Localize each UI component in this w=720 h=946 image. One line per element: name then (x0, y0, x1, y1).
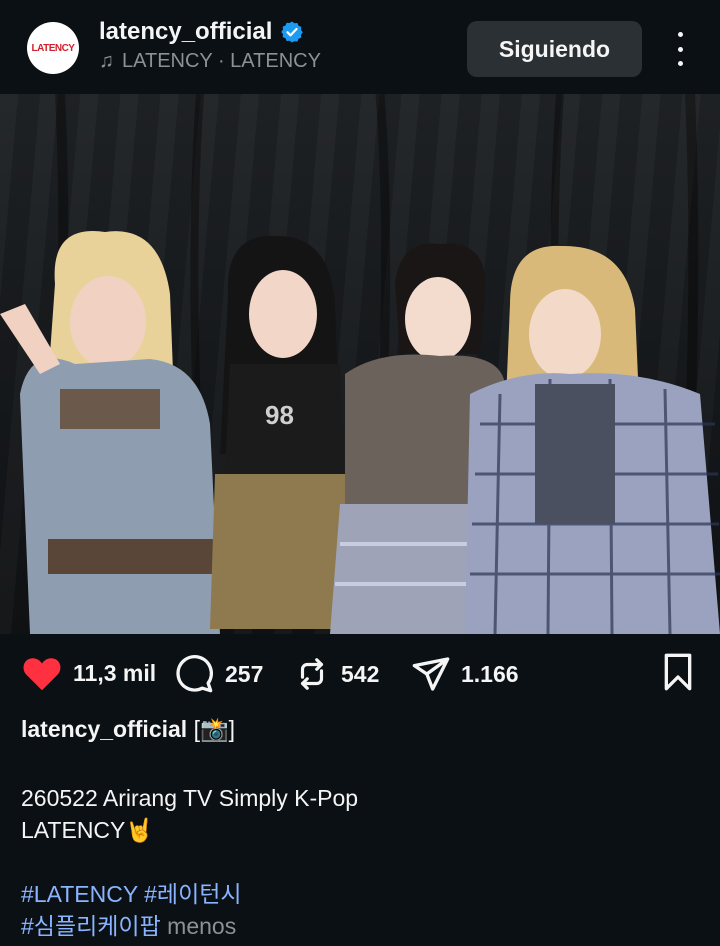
music-label: LATENCY · LATENCY (122, 50, 321, 72)
share-count: 1.166 (461, 660, 519, 687)
more-options-icon[interactable] (670, 32, 690, 66)
caption-line-1: 260522 Arirang TV Simply K-Pop (21, 785, 359, 811)
heart-icon[interactable] (21, 654, 63, 692)
repost-icon[interactable] (293, 654, 331, 694)
repost-action[interactable]: 542 (293, 654, 379, 694)
caption-line-2: LATENCY🤘 (21, 817, 155, 843)
comment-count: 257 (225, 660, 264, 687)
avatar[interactable]: LATENCY (27, 22, 79, 74)
caption-username[interactable]: latency_official (21, 716, 187, 742)
post-photo[interactable]: 98 (0, 94, 720, 634)
caption-header: latency_official [📸] (21, 716, 235, 743)
share-action[interactable]: 1.166 (411, 654, 519, 694)
caption-username-suffix: [📸] (187, 716, 235, 742)
action-bar: 11,3 mil 257 542 1.166 (0, 634, 720, 716)
following-button[interactable]: Siguiendo (467, 21, 642, 77)
caption-body: 260522 Arirang TV Simply K-Pop LATENCY🤘 … (21, 782, 358, 942)
username[interactable]: latency_official (99, 18, 272, 46)
verified-badge-icon (281, 21, 304, 43)
comment-action[interactable]: 257 (173, 654, 263, 694)
music-row[interactable]: ♫ LATENCY · LATENCY (99, 50, 321, 73)
like-count: 11,3 mil (73, 659, 157, 686)
post-header: LATENCY latency_official ♫ LATENCY · LAT… (0, 0, 720, 94)
like-action[interactable]: 11,3 mil (21, 654, 156, 692)
svg-text:98: 98 (265, 400, 294, 430)
repost-count: 542 (341, 660, 380, 687)
member-2: 98 (210, 235, 345, 629)
hashtags-line-2[interactable]: #심플리케이팝 (21, 913, 161, 939)
member-4 (465, 245, 720, 634)
bookmark-icon[interactable] (660, 652, 696, 692)
less-link[interactable]: menos (167, 913, 236, 939)
group-photo-illustration: 98 (0, 94, 720, 634)
share-icon[interactable] (411, 654, 451, 694)
comment-icon[interactable] (173, 654, 215, 694)
music-note-icon: ♫ (99, 50, 114, 72)
hashtags-line-1[interactable]: #LATENCY #레이턴시 (21, 878, 358, 910)
avatar-logo-text: LATENCY (31, 42, 75, 54)
user-row: latency_official (99, 18, 304, 46)
member-1 (0, 231, 220, 634)
